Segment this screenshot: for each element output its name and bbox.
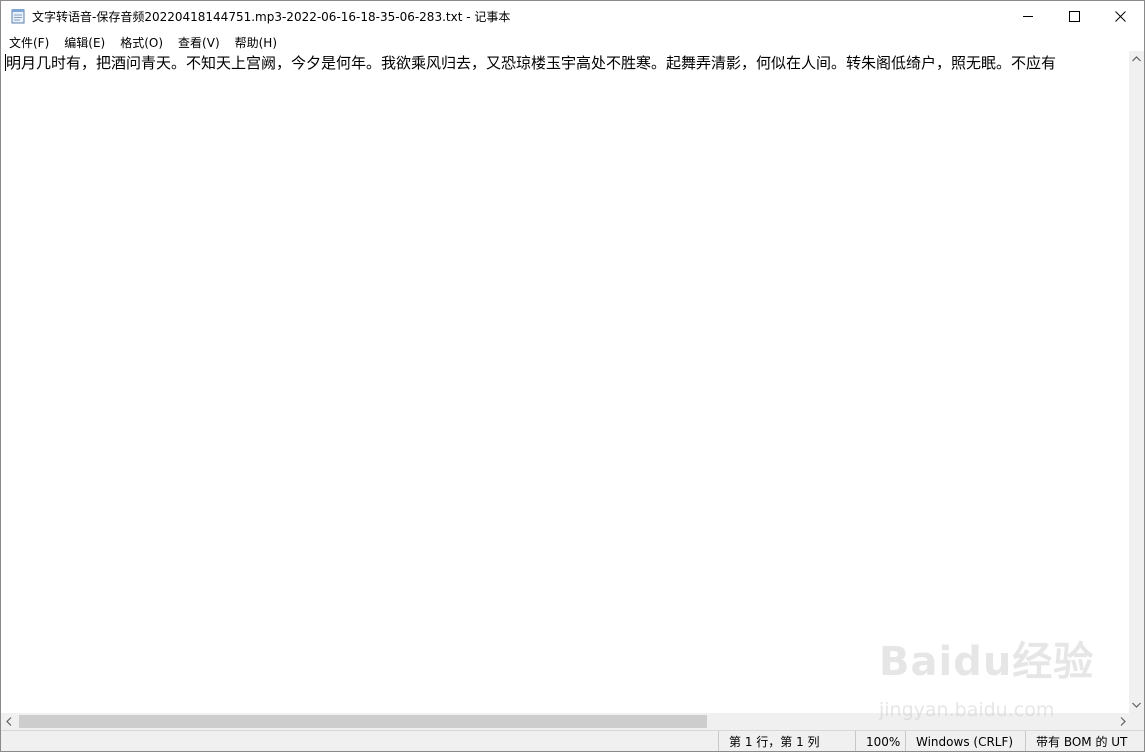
status-encoding: 带有 BOM 的 UT (1025, 731, 1144, 751)
maximize-icon (1069, 11, 1080, 22)
minimize-icon (1023, 16, 1033, 17)
notepad-window: 文字转语音-保存音频20220418144751.mp3-2022-06-16-… (0, 0, 1145, 752)
horizontal-scroll-thumb[interactable] (19, 715, 707, 728)
watermark-logo: Baidu经验 (879, 639, 1095, 685)
status-cursor-position: 第 1 行，第 1 列 (718, 731, 855, 751)
title-bar[interactable]: 文字转语音-保存音频20220418144751.mp3-2022-06-16-… (1, 1, 1144, 31)
editor-text[interactable]: 明月几时有，把酒问青天。不知天上宫阙，今夕是何年。我欲乘风归去，又恐琼楼玉宇高处… (6, 53, 1056, 73)
menu-edit[interactable]: 编辑(E) (56, 31, 112, 51)
vertical-scrollbar[interactable] (1129, 51, 1144, 714)
status-bar: 第 1 行，第 1 列 100% Windows (CRLF) 带有 BOM 的… (1, 730, 1144, 751)
scroll-right-arrow-icon[interactable] (1120, 717, 1126, 726)
minimize-button[interactable] (1006, 1, 1052, 31)
scroll-up-arrow-icon[interactable] (1132, 56, 1141, 62)
close-button[interactable] (1098, 1, 1144, 31)
scroll-left-arrow-icon[interactable] (6, 717, 12, 726)
baidu-watermark: Baidu经验 jingyan.baidu.com (879, 629, 1093, 725)
text-editor-area[interactable]: 明月几时有，把酒问青天。不知天上宫阙，今夕是何年。我欲乘风归去，又恐琼楼玉宇高处… (1, 51, 1129, 714)
scrollbar-corner (1129, 713, 1144, 730)
watermark-url: jingyan.baidu.com (879, 699, 1055, 721)
menu-file[interactable]: 文件(F) (1, 31, 56, 51)
maximize-button[interactable] (1052, 1, 1098, 31)
scroll-down-arrow-icon[interactable] (1132, 702, 1141, 708)
status-zoom: 100% (855, 731, 905, 751)
close-icon (1115, 11, 1126, 22)
menu-view[interactable]: 查看(V) (170, 31, 227, 51)
notepad-icon[interactable] (11, 8, 25, 24)
status-line-ending: Windows (CRLF) (905, 731, 1025, 751)
menu-help[interactable]: 帮助(H) (227, 31, 284, 51)
window-title: 文字转语音-保存音频20220418144751.mp3-2022-06-16-… (32, 10, 511, 24)
menu-bar: 文件(F) 编辑(E) 格式(O) 查看(V) 帮助(H) (1, 31, 1144, 51)
menu-format[interactable]: 格式(O) (112, 31, 170, 51)
